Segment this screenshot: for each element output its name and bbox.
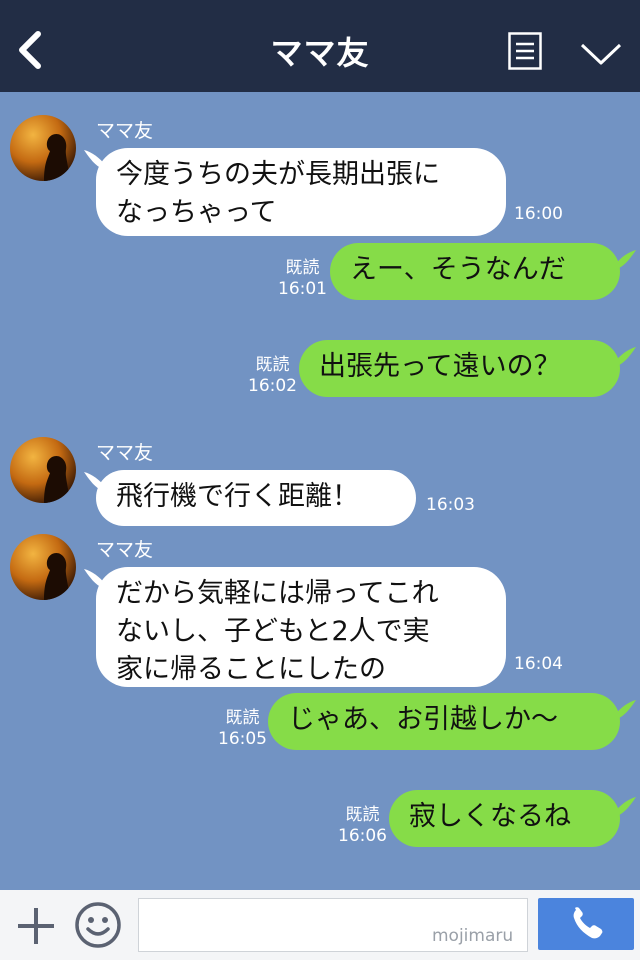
bubble-tail [614, 700, 636, 720]
chat-header: ママ友 [0, 0, 640, 92]
message-text: 出張先って遠いの？ [319, 351, 561, 382]
message-line: 飛行機で行く距離！ [116, 481, 359, 512]
avatar-photo-icon [10, 437, 76, 503]
message-line: だから気軽には帰ってこれ [116, 578, 439, 609]
phone-icon [573, 907, 603, 939]
sender-name: ママ友 [96, 539, 154, 561]
message-bubble[interactable]: 今度うちの夫が長期出張に なっちゃって [96, 148, 506, 236]
read-receipt: 既読 16:01 [278, 258, 327, 299]
sender-name: ママ友 [96, 120, 154, 142]
watermark: mojimaru [432, 926, 514, 946]
bubble-tail [614, 797, 636, 817]
message-time: 16:00 [514, 204, 563, 224]
avatar[interactable] [10, 115, 76, 181]
smiley-icon[interactable] [74, 901, 122, 949]
avatar[interactable] [10, 437, 76, 503]
message-text: えー、そうなんだ [350, 254, 566, 285]
message-bubble[interactable]: 飛行機で行く距離！ [96, 470, 416, 526]
avatar-photo-icon [10, 534, 76, 600]
read-receipt: 既読 16:06 [338, 805, 387, 846]
message-bubble[interactable]: えー、そうなんだ [330, 243, 620, 300]
message-bubble[interactable]: 出張先って遠いの？ [299, 340, 620, 397]
avatar[interactable] [10, 534, 76, 600]
message-time: 16:03 [426, 495, 475, 515]
call-button[interactable] [538, 898, 634, 950]
message-line: 家に帰ることにしたの [116, 654, 386, 685]
bubble-tail [614, 347, 636, 367]
read-receipt: 既読 16:05 [218, 708, 267, 749]
chat-title: ママ友 [270, 34, 370, 72]
menu-list-icon[interactable] [508, 32, 542, 70]
read-receipt: 既読 16:02 [248, 355, 297, 396]
message-bubble[interactable]: じゃあ、お引越しか〜 [268, 693, 620, 750]
message-line: なっちゃって [116, 197, 277, 228]
bubble-tail [614, 250, 636, 270]
plus-icon[interactable] [14, 906, 58, 946]
sender-name: ママ友 [96, 442, 154, 464]
chevron-down-icon[interactable] [580, 42, 622, 66]
message-bubble[interactable]: だから気軽には帰ってこれ ないし、子どもと2人で実 家に帰ることにしたの [96, 567, 506, 687]
message-text: じゃあ、お引越しか〜 [288, 704, 558, 735]
message-line: 今度うちの夫が長期出張に [116, 159, 440, 190]
avatar-photo-icon [10, 115, 76, 181]
message-line: ないし、子どもと2人で実 [116, 616, 430, 647]
message-text: 寂しくなるね [409, 801, 571, 832]
message-time: 16:04 [514, 654, 563, 674]
message-bubble[interactable]: 寂しくなるね [389, 790, 620, 847]
